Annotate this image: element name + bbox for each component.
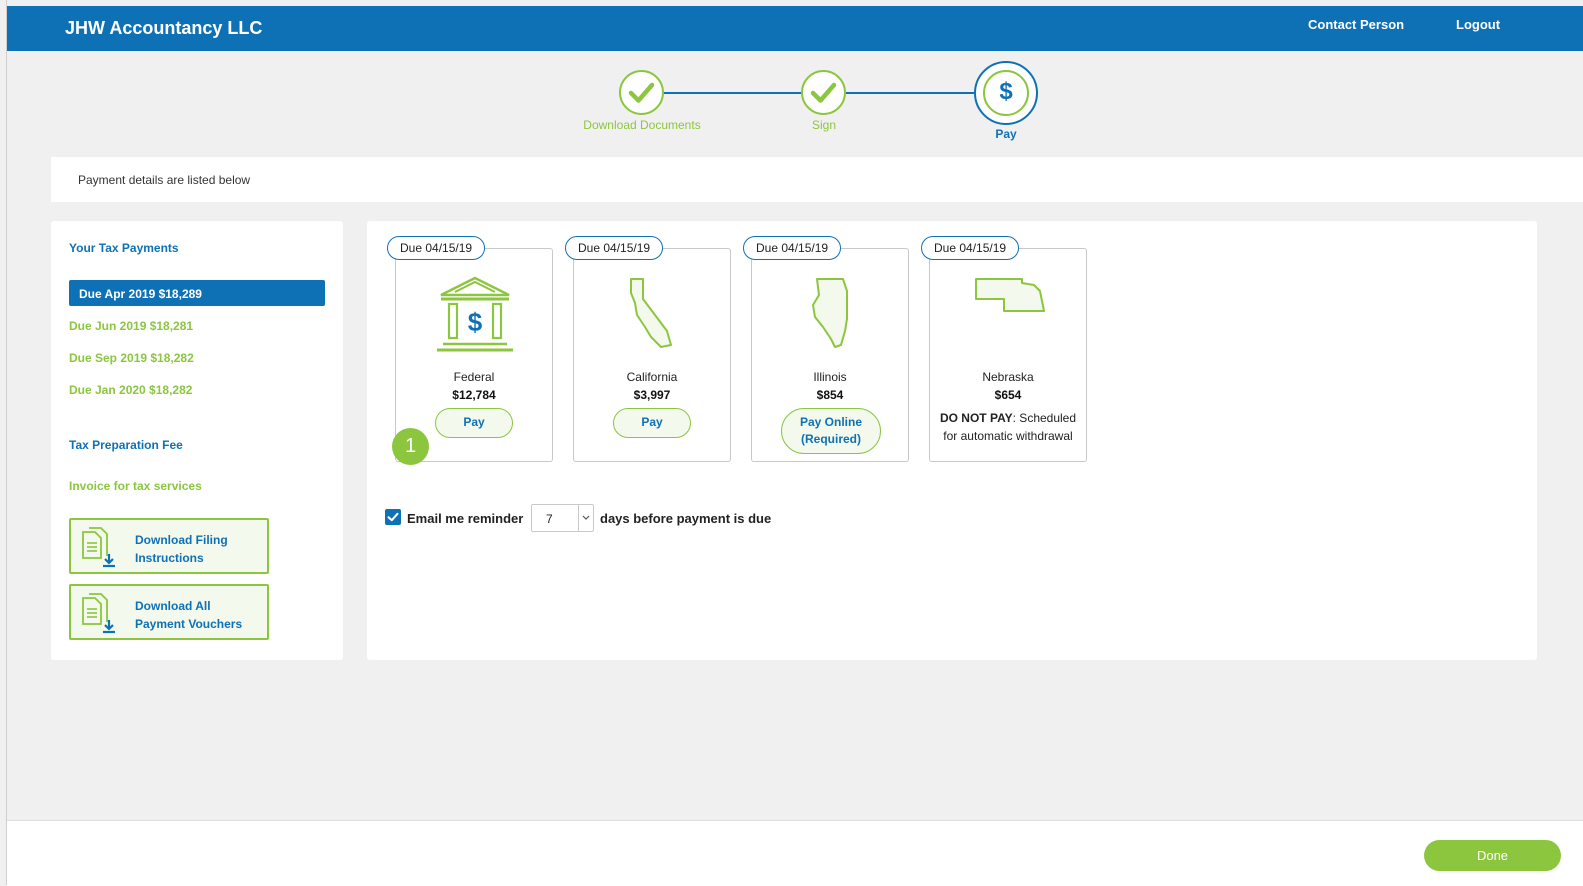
due-date-badge: Due 04/15/19 xyxy=(921,236,1020,260)
pay-inner-ring: $ xyxy=(983,70,1029,116)
info-bar: Payment details are listed below xyxy=(51,157,1583,202)
automatic-withdrawal-label: for automatic withdrawal xyxy=(943,429,1073,443)
email-reminder-label: Email me reminder xyxy=(407,511,524,526)
download-filing-label: Download Filing Instructions xyxy=(135,533,228,565)
pay-california-button[interactable]: Pay xyxy=(613,408,691,438)
chevron-down-icon xyxy=(578,505,593,531)
document-download-icon xyxy=(82,593,115,634)
checkmark-icon xyxy=(810,82,837,103)
sidebar-item-due-jan-2020[interactable]: Due Jan 2020 $18,282 xyxy=(69,383,192,397)
california-state-icon xyxy=(630,278,672,348)
due-date-badge: Due 04/15/19 xyxy=(387,236,486,260)
sidebar: Your Tax Payments Due Apr 2019 $18,289 D… xyxy=(51,221,343,660)
step-label-download: Download Documents xyxy=(583,118,701,132)
step-download-documents xyxy=(619,70,664,115)
info-message: Payment details are listed below xyxy=(78,173,251,187)
contact-person-link[interactable]: Contact Person xyxy=(1308,17,1404,32)
window-border xyxy=(6,0,7,885)
svg-text:$: $ xyxy=(468,307,483,337)
payment-amount: $854 xyxy=(816,388,844,402)
step-pay: $ xyxy=(974,61,1038,125)
sidebar-title: Your Tax Payments xyxy=(69,241,179,255)
federal-bank-icon: $ xyxy=(437,276,513,352)
step-label-sign: Sign xyxy=(811,118,837,132)
pay-online-label: Pay Online xyxy=(799,415,863,429)
step-sign xyxy=(801,70,846,115)
download-filing-instructions-button[interactable]: Download Filing Instructions xyxy=(69,518,269,574)
reminder-days-select[interactable]: 7 xyxy=(531,504,594,532)
payment-name: California xyxy=(626,370,678,384)
brand-title: JHW Accountancy LLC xyxy=(65,18,263,38)
logout-link[interactable]: Logout xyxy=(1456,17,1500,32)
invoice-link[interactable]: Invoice for tax services xyxy=(69,479,202,493)
scheduled-label: : Scheduled xyxy=(1012,411,1077,425)
do-not-pay-label: DO NOT PAY xyxy=(939,411,1013,425)
step-label-pay: Pay xyxy=(995,127,1017,141)
nebraska-state-icon xyxy=(975,278,1045,312)
checkmark-icon xyxy=(387,512,399,522)
payment-card-california: Due 04/15/19 California $3,997 Pay xyxy=(565,236,731,462)
sidebar-item-due-sep-2019[interactable]: Due Sep 2019 $18,282 xyxy=(69,351,194,365)
document-download-icon xyxy=(82,527,115,568)
due-date-badge: Due 04/15/19 xyxy=(565,236,664,260)
step-number-badge: 1 xyxy=(392,428,429,465)
step-connector xyxy=(846,92,975,94)
dollar-icon: $ xyxy=(999,78,1013,105)
email-reminder-checkbox[interactable] xyxy=(385,509,401,525)
payment-amount: $3,997 xyxy=(633,388,671,402)
footer-bar xyxy=(7,820,1583,886)
payments-panel: Due 04/15/19 $ Federal $12,784 Pay Due 0… xyxy=(367,221,1537,660)
reminder-suffix-label: days before payment is due xyxy=(600,511,772,526)
payment-amount: $12,784 xyxy=(452,388,496,402)
download-vouchers-label: Download All Payment Vouchers xyxy=(135,599,243,631)
done-button[interactable]: Done xyxy=(1424,840,1561,871)
due-date-badge: Due 04/15/19 xyxy=(743,236,842,260)
reminder-days-value: 7 xyxy=(546,512,553,526)
pay-online-illinois-button[interactable]: Pay Online (Required) xyxy=(781,408,881,454)
pay-federal-button[interactable]: Pay xyxy=(435,408,513,438)
top-header-bar: JHW Accountancy LLC Contact Person Logou… xyxy=(7,6,1583,51)
payment-name: Federal xyxy=(453,370,495,384)
do-not-pay-note: DO NOT PAY: Scheduled for automatic with… xyxy=(930,409,1086,445)
sidebar-item-due-jun-2019[interactable]: Due Jun 2019 $18,281 xyxy=(69,319,193,333)
pay-online-required-label: (Required) xyxy=(801,432,861,446)
step-connector xyxy=(664,92,802,94)
illinois-state-icon xyxy=(812,278,848,348)
payment-card-nebraska: Due 04/15/19 Nebraska $654 DO NOT PAY: S… xyxy=(921,236,1087,462)
payment-card-illinois: Due 04/15/19 Illinois $854 Pay Online (R… xyxy=(743,236,909,462)
download-vouchers-button[interactable]: Download All Payment Vouchers xyxy=(69,584,269,640)
payment-name: Illinois xyxy=(813,370,847,384)
tax-preparation-fee-title: Tax Preparation Fee xyxy=(69,438,183,452)
payment-amount: $654 xyxy=(994,388,1022,402)
payment-name: Nebraska xyxy=(982,370,1034,384)
sidebar-item-due-apr-2019[interactable]: Due Apr 2019 $18,289 xyxy=(69,280,325,306)
checkmark-icon xyxy=(628,82,655,103)
